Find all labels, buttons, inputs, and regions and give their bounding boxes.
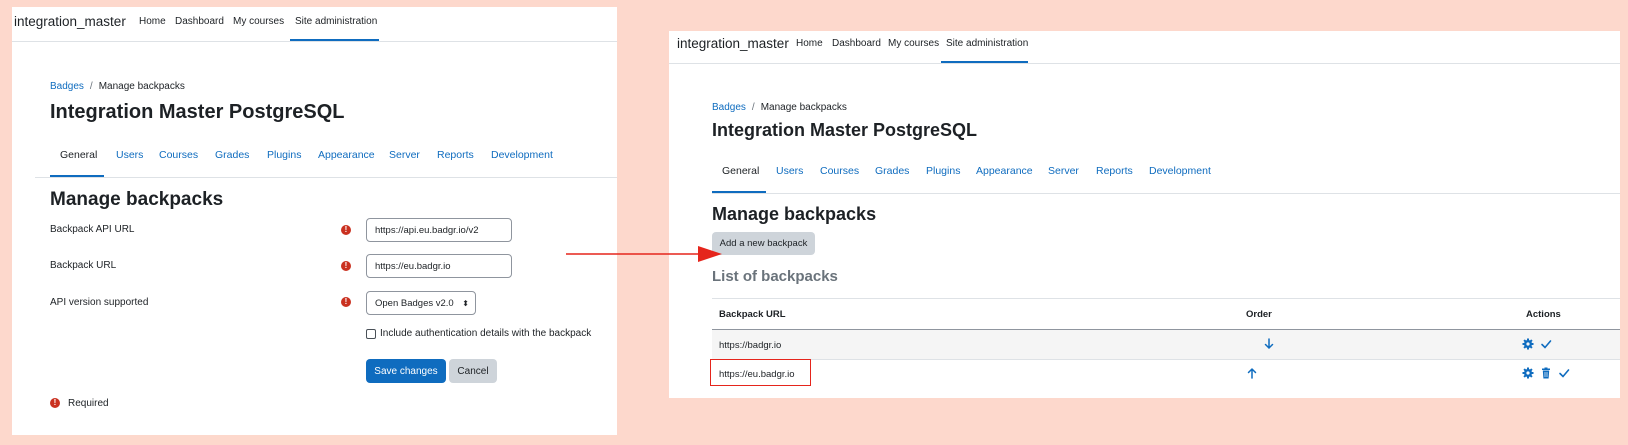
api-version-select[interactable]: Open Badges v2.0 ⬍: [366, 291, 476, 315]
nav-site-administration[interactable]: Site administration: [946, 38, 1028, 49]
gear-icon[interactable]: [1522, 367, 1534, 379]
breadcrumb-badges-link[interactable]: Badges: [712, 102, 746, 113]
nav-active-indicator: [941, 61, 1028, 63]
site-brand[interactable]: integration_master: [677, 36, 789, 51]
api-version-selected: Open Badges v2.0: [375, 297, 454, 309]
api-url-label: Backpack API URL: [50, 224, 135, 235]
breadcrumb-badges-link[interactable]: Badges: [50, 81, 84, 92]
breadcrumb-separator: /: [751, 102, 755, 113]
breadcrumb: Badges / Manage backpacks: [50, 81, 185, 92]
breadcrumb-current: Manage backpacks: [98, 81, 185, 92]
gear-icon[interactable]: [1522, 338, 1534, 350]
breadcrumb-current: Manage backpacks: [760, 102, 847, 113]
nav-home[interactable]: Home: [139, 16, 166, 27]
required-icon: !: [341, 261, 351, 271]
table-top-border: [712, 298, 1620, 299]
row-url: https://badgr.io: [719, 340, 782, 351]
move-up-icon[interactable]: [1246, 367, 1258, 379]
right-screenshot-panel: integration_master Home Dashboard My cou…: [669, 31, 1620, 398]
trash-icon[interactable]: [1540, 367, 1552, 379]
required-legend: Required: [68, 398, 109, 409]
include-auth-checkbox[interactable]: [366, 329, 376, 339]
tab-plugins[interactable]: Plugins: [926, 165, 960, 177]
backpack-url-input[interactable]: https://eu.badgr.io: [366, 254, 512, 278]
left-screenshot-panel: integration_master Home Dashboard My cou…: [12, 7, 617, 435]
top-navbar: integration_master Home Dashboard My cou…: [669, 31, 1620, 64]
nav-dashboard[interactable]: Dashboard: [175, 16, 224, 27]
cancel-button[interactable]: Cancel: [449, 359, 497, 383]
tab-general[interactable]: General: [722, 165, 759, 177]
page-title: Integration Master PostgreSQL: [712, 120, 978, 140]
nav-dashboard[interactable]: Dashboard: [832, 38, 881, 49]
section-heading: Manage backpacks: [50, 189, 224, 210]
tab-general[interactable]: General: [60, 149, 97, 161]
check-icon[interactable]: [1540, 338, 1552, 350]
nav-my-courses[interactable]: My courses: [233, 16, 284, 27]
row-divider: [712, 359, 1620, 360]
tab-development[interactable]: Development: [1149, 165, 1211, 177]
api-version-label: API version supported: [50, 297, 149, 308]
tabs-divider: [35, 177, 617, 178]
tab-courses[interactable]: Courses: [159, 149, 198, 161]
breadcrumb-separator: /: [89, 81, 93, 92]
nav-active-indicator: [290, 39, 379, 41]
nav-site-administration[interactable]: Site administration: [295, 16, 377, 27]
api-url-input[interactable]: https://api.eu.badgr.io/v2: [366, 218, 512, 242]
page-title: Integration Master PostgreSQL: [50, 101, 345, 123]
tab-users[interactable]: Users: [776, 165, 803, 177]
move-down-icon[interactable]: [1263, 338, 1275, 350]
tabs-divider: [712, 193, 1620, 194]
highlight-annotation: [710, 359, 811, 386]
required-icon: !: [50, 398, 60, 408]
tab-plugins[interactable]: Plugins: [267, 149, 301, 161]
include-auth-label[interactable]: Include authentication details with the …: [380, 328, 591, 339]
breadcrumb: Badges / Manage backpacks: [712, 102, 847, 113]
tab-server[interactable]: Server: [1048, 165, 1079, 177]
top-navbar: integration_master Home Dashboard My cou…: [12, 7, 617, 42]
site-brand[interactable]: integration_master: [14, 14, 126, 29]
save-changes-button[interactable]: Save changes: [366, 359, 446, 383]
tab-grades[interactable]: Grades: [875, 165, 909, 177]
tab-courses[interactable]: Courses: [820, 165, 859, 177]
tab-development[interactable]: Development: [491, 149, 553, 161]
section-heading: Manage backpacks: [712, 204, 877, 224]
tab-reports[interactable]: Reports: [437, 149, 474, 161]
tab-appearance[interactable]: Appearance: [976, 165, 1033, 177]
column-header-url: Backpack URL: [719, 309, 786, 320]
tab-grades[interactable]: Grades: [215, 149, 249, 161]
required-icon: !: [341, 225, 351, 235]
nav-home[interactable]: Home: [796, 38, 823, 49]
add-backpack-button[interactable]: Add a new backpack: [712, 232, 815, 255]
tab-reports[interactable]: Reports: [1096, 165, 1133, 177]
nav-my-courses[interactable]: My courses: [888, 38, 939, 49]
tab-appearance[interactable]: Appearance: [318, 149, 375, 161]
backpack-url-label: Backpack URL: [50, 260, 117, 271]
select-updown-icon: ⬍: [462, 298, 469, 308]
tab-users[interactable]: Users: [116, 149, 143, 161]
check-icon[interactable]: [1558, 367, 1570, 379]
column-header-order: Order: [1246, 309, 1272, 320]
column-header-actions: Actions: [1526, 309, 1561, 320]
tab-server[interactable]: Server: [389, 149, 420, 161]
table-row: [712, 330, 1620, 359]
list-heading: List of backpacks: [712, 268, 838, 285]
required-icon: !: [341, 297, 351, 307]
